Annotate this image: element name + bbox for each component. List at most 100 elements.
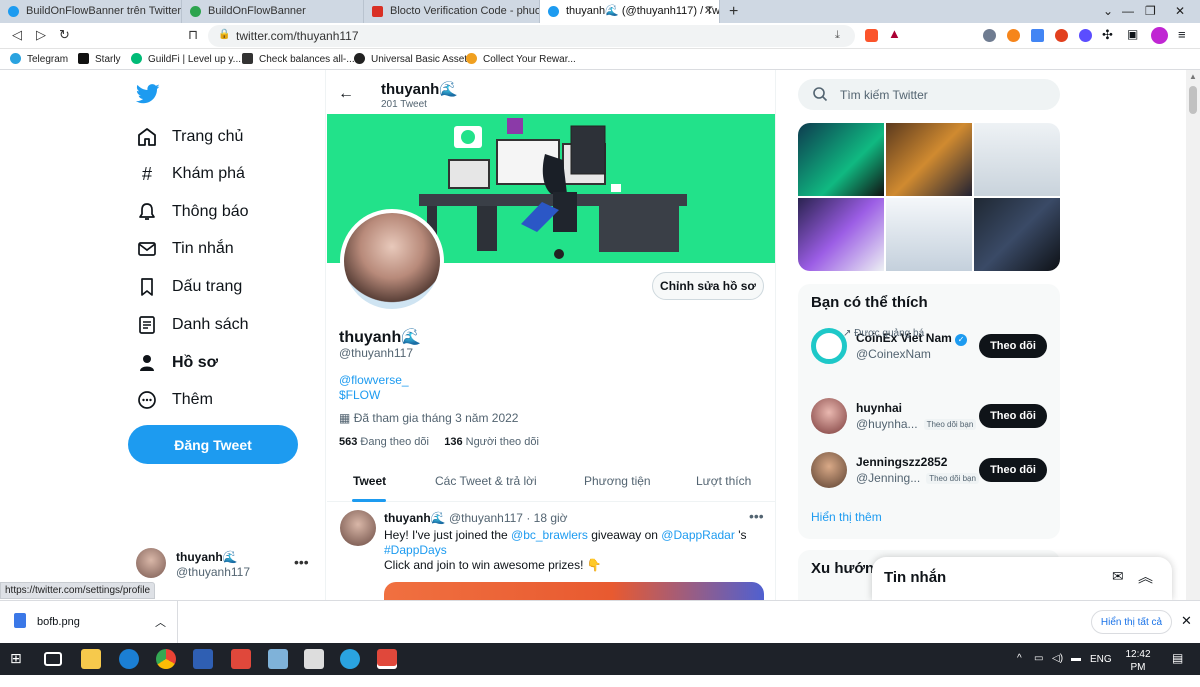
network-icon[interactable]: ▬ <box>1071 653 1081 664</box>
extension-icon[interactable] <box>1055 29 1068 42</box>
media-thumbnail[interactable] <box>886 123 972 196</box>
show-all-downloads-button[interactable]: Hiển thị tất cả <box>1091 610 1172 634</box>
brave-rewards-icon[interactable]: ▲ <box>888 26 901 41</box>
nav-bookmarks[interactable]: Dấu trang <box>136 274 242 300</box>
chevron-up-icon[interactable]: ︿ <box>155 614 166 630</box>
install-app-icon[interactable]: ⤓ <box>835 29 840 42</box>
avatar[interactable] <box>811 452 847 488</box>
suggestion-item[interactable]: Jenningszz2852 @Jenning... Theo dõi bạn T… <box>811 452 1051 492</box>
translate-icon[interactable] <box>1031 29 1044 42</box>
new-message-icon[interactable]: ✉ <box>1112 568 1124 585</box>
browser-tab-3[interactable]: Blocto Verification Code - phuongtane <box>364 0 540 23</box>
followers-link[interactable]: 136 Người theo dõi <box>444 436 539 448</box>
profile-avatar[interactable] <box>340 209 444 313</box>
tray-chevron-icon[interactable]: ^ <box>1017 653 1022 664</box>
address-bar[interactable]: 🔒 twitter.com/thuyanh117 ⤓ <box>208 25 855 47</box>
avatar[interactable] <box>811 398 847 434</box>
chrome-icon[interactable] <box>156 649 176 669</box>
back-icon[interactable]: ◁ <box>12 27 22 43</box>
reload-icon[interactable]: ↻ <box>59 27 70 43</box>
bookmark-item[interactable]: Check balances all-... <box>242 53 355 65</box>
bookmark-page-icon[interactable]: ⊓ <box>188 27 198 43</box>
nav-more[interactable]: Thêm <box>136 387 213 413</box>
follow-button[interactable]: Theo dõi <box>979 404 1047 428</box>
twitter-logo-icon[interactable] <box>135 84 160 109</box>
avatar[interactable] <box>811 328 847 364</box>
back-arrow-icon[interactable]: ← <box>338 85 354 103</box>
browser-tab-1[interactable]: BuildOnFlowBanner trên Twitter: "@G <box>0 0 182 23</box>
nav-profile[interactable]: Hồ sơ <box>136 350 218 376</box>
tab-media[interactable]: Phương tiện <box>584 474 651 488</box>
nav-lists[interactable]: Danh sách <box>136 312 249 338</box>
brave-icon[interactable] <box>231 649 251 669</box>
bookmark-item[interactable]: Telegram <box>10 53 68 65</box>
bookmark-item[interactable]: GuildFi | Level up y... <box>131 53 241 65</box>
suggestion-name[interactable]: huynhai <box>856 401 902 415</box>
extension-icon[interactable] <box>1079 29 1092 42</box>
follow-button[interactable]: Theo dõi <box>979 458 1047 482</box>
expand-chevron-icon[interactable]: ︽ <box>1138 566 1153 587</box>
nav-messages[interactable]: Tin nhắn <box>136 236 234 262</box>
media-thumbnail[interactable] <box>974 123 1060 196</box>
hashtag-link[interactable]: #DappDays <box>384 543 447 557</box>
tweet[interactable]: thuyanh🌊 @thuyanh117 · 18 giờ ••• Hey! I… <box>327 502 775 600</box>
window-icon[interactable]: ▣ <box>1127 27 1138 41</box>
brave-shield-icon[interactable] <box>865 29 878 42</box>
tab-tweets-replies[interactable]: Các Tweet & trả lời <box>435 474 537 488</box>
download-item[interactable]: bofb.png ︿ <box>0 601 178 643</box>
post-tweet-button[interactable]: Đăng Tweet <box>128 425 298 464</box>
page-scrollbar[interactable]: ▲ <box>1186 70 1200 600</box>
suggestion-item[interactable]: huynhai @huynha... Theo dõi bạn Theo dõi <box>811 398 1051 438</box>
maximize-button[interactable]: ❐ <box>1145 0 1156 23</box>
windows-start-icon[interactable]: ⊞ <box>10 650 30 670</box>
close-tab-icon[interactable]: ✕ <box>704 0 713 23</box>
following-link[interactable]: 563 Đang theo dõi <box>339 436 429 448</box>
suggestion-name[interactable]: Jenningszz2852 <box>856 455 947 469</box>
app-icon[interactable] <box>193 649 213 669</box>
tab-tweets[interactable]: Tweet <box>353 474 386 488</box>
edit-profile-button[interactable]: Chỉnh sửa hồ sơ <box>652 272 764 300</box>
tweet-author-name[interactable]: thuyanh🌊 <box>384 511 446 525</box>
notification-icon[interactable]: ▤ <box>1172 651 1183 665</box>
mention-link[interactable]: @DappRadar <box>661 528 735 542</box>
bookmark-item[interactable]: Collect Your Rewar... <box>466 53 576 65</box>
media-thumbnail[interactable] <box>798 123 884 196</box>
volume-icon[interactable]: ◁) <box>1052 653 1063 664</box>
close-window-button[interactable]: ✕ <box>1175 0 1185 23</box>
task-view-icon[interactable] <box>44 652 62 666</box>
input-language[interactable]: ENG <box>1090 654 1112 665</box>
mention-link[interactable]: @bc_brawlers <box>511 528 588 542</box>
tweet-more-icon[interactable]: ••• <box>749 508 764 524</box>
close-download-bar-icon[interactable]: ✕ <box>1181 613 1192 629</box>
file-explorer-icon[interactable] <box>81 649 101 669</box>
tab-search-icon[interactable]: ⌄ <box>1103 0 1113 23</box>
extension-icon[interactable] <box>983 29 996 42</box>
browser-tab-4-active[interactable]: thuyanh🌊 (@thuyanh117) / Twitte ✕ <box>540 0 720 23</box>
puzzle-icon[interactable]: ✣ <box>1102 27 1113 43</box>
scroll-thumb[interactable] <box>1189 86 1197 114</box>
scroll-up-icon[interactable]: ▲ <box>1189 72 1197 81</box>
edge-icon[interactable] <box>119 649 139 669</box>
follow-button[interactable]: Theo dõi <box>979 334 1047 358</box>
media-thumbnail[interactable] <box>886 198 972 271</box>
nav-home[interactable]: Trang chủ <box>136 124 243 150</box>
show-more-link[interactable]: Hiển thị thêm <box>811 510 882 524</box>
menu-icon[interactable]: ≡ <box>1178 27 1186 42</box>
media-thumbnail[interactable] <box>798 198 884 271</box>
nav-notifications[interactable]: Thông báo <box>136 199 249 225</box>
clock[interactable]: 12:42 PM 8/13/2022 <box>1117 648 1162 687</box>
app-icon[interactable] <box>268 649 288 669</box>
avatar[interactable] <box>340 510 376 546</box>
brave-active-icon[interactable] <box>377 649 397 669</box>
bio-link-cashtag[interactable]: $FLOW <box>339 388 380 402</box>
tweet-time[interactable]: · 18 giờ <box>526 511 567 525</box>
media-thumbnail[interactable] <box>974 198 1060 271</box>
minimize-button[interactable]: — <box>1122 0 1134 23</box>
account-switcher[interactable]: thuyanh🌊 @thuyanh117 ••• <box>136 546 316 586</box>
new-tab-button[interactable]: + <box>729 0 738 23</box>
avatar-icon[interactable] <box>1151 27 1168 44</box>
messages-drawer[interactable]: Tin nhắn ✉ ︽ <box>872 557 1172 600</box>
search-input[interactable]: Tìm kiếm Twitter <box>798 79 1060 110</box>
browser-tab-2[interactable]: BuildOnFlowBanner <box>182 0 364 23</box>
bio-link-mention[interactable]: @flowverse_ <box>339 373 409 387</box>
